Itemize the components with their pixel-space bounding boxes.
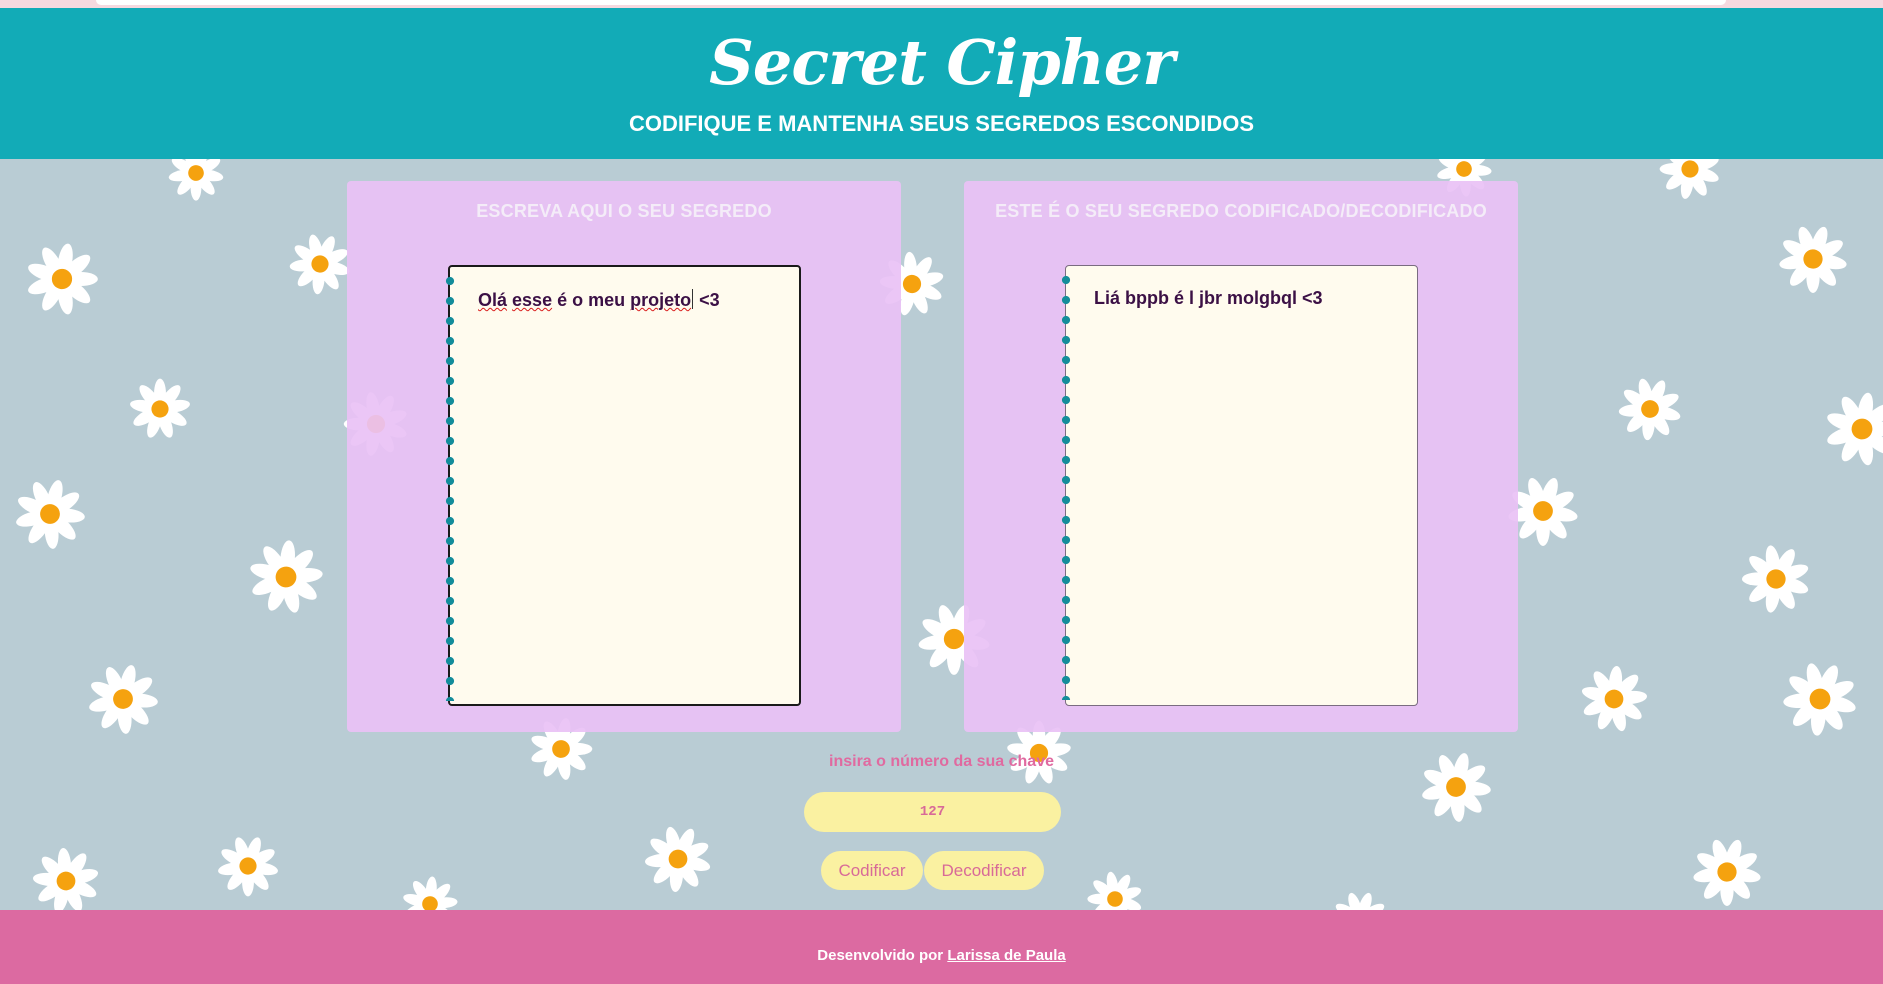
input-word: projeto	[630, 290, 692, 310]
browser-top-bar	[96, 0, 1726, 5]
input-word: <3	[694, 290, 720, 310]
daisy-icon	[644, 826, 711, 893]
footer-prefix: Desenvolvido por	[817, 947, 948, 964]
daisy-icon	[1779, 226, 1847, 294]
daisy-icon	[1581, 665, 1648, 732]
daisy-icon	[1087, 871, 1142, 910]
encode-button[interactable]: Codificar	[821, 851, 923, 890]
daisy-icon	[1659, 159, 1719, 199]
daisy-icon	[1827, 392, 1883, 466]
output-panel: ESTE É O SEU SEGREDO CODIFICADO/DECODIFI…	[964, 181, 1518, 732]
key-number-input[interactable]: 127	[804, 792, 1061, 832]
author-link[interactable]: Larissa de Paula	[947, 947, 1065, 964]
daisy-icon	[1783, 663, 1856, 736]
daisy-icon	[1618, 378, 1681, 441]
input-panel: ESCREVA AQUI O SEU SEGREDO Olá esse é o …	[347, 181, 901, 732]
daisy-icon	[130, 378, 190, 438]
daisy-icon	[250, 540, 323, 613]
key-label: insira o número da sua chave	[829, 753, 1054, 770]
input-word: esse	[512, 290, 553, 310]
daisy-icon	[403, 876, 458, 910]
daisy-icon	[218, 837, 278, 897]
header: Secret Cipher CODIFIQUE E MANTENHA SEUS …	[0, 8, 1883, 159]
daisy-icon	[1741, 545, 1809, 613]
input-panel-title: ESCREVA AQUI O SEU SEGREDO	[476, 201, 772, 221]
daisy-icon	[168, 159, 224, 201]
daisy-icon	[16, 480, 85, 549]
decode-button[interactable]: Decodificar	[924, 851, 1044, 890]
daisy-icon	[289, 234, 350, 295]
secret-input-textarea[interactable]: Olá esse é o meu projeto <3	[444, 265, 801, 706]
output-panel-title: ESTE É O SEU SEGREDO CODIFICADO/DECODIFI…	[995, 201, 1487, 221]
daisy-icon	[1693, 839, 1761, 907]
secret-output-text: Liá bppb é l jbr molgbql <3	[1094, 288, 1323, 308]
footer: Desenvolvido por Larissa de Paula	[0, 910, 1883, 984]
app-subtitle: CODIFIQUE E MANTENHA SEUS SEGREDOS ESCON…	[628, 111, 1255, 136]
secret-output-textarea[interactable]: Liá bppb é l jbr molgbql <3	[1060, 265, 1418, 706]
daisy-icon	[32, 847, 99, 910]
daisy-icon	[89, 665, 158, 734]
input-word: é o meu	[552, 290, 631, 310]
app-title: Secret Cipher	[709, 26, 1175, 99]
input-word: Olá	[478, 290, 508, 310]
browser-top-strip	[0, 0, 1883, 8]
footer-credit: Desenvolvido por Larissa de Paula	[0, 947, 1883, 964]
spiral-binding	[1060, 270, 1072, 700]
text-caret	[692, 289, 694, 309]
daisy-icon	[1335, 892, 1385, 910]
daisy-icon	[28, 243, 98, 315]
secret-input-text: Olá esse é o meu projeto <3	[478, 289, 787, 311]
spiral-binding	[444, 271, 456, 701]
